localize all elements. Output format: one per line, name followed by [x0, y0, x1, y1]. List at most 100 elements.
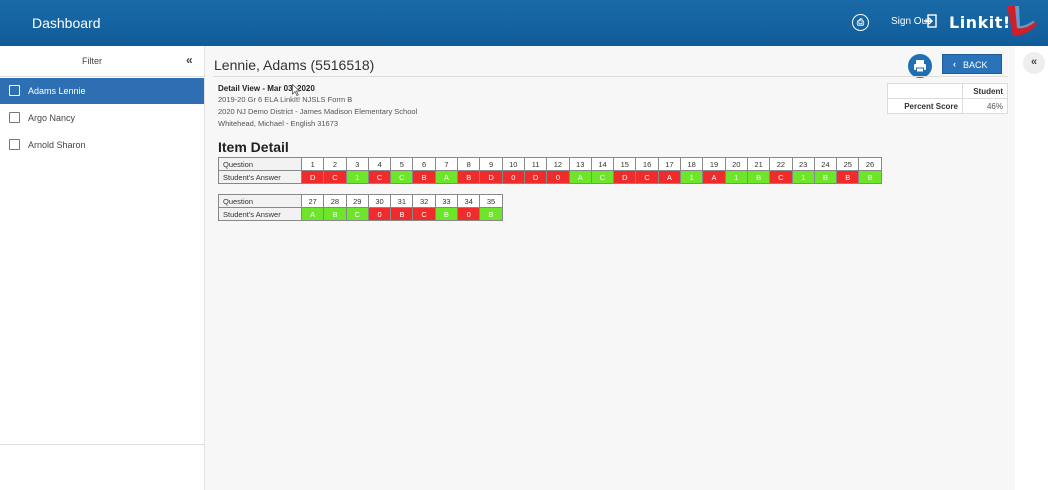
question-number-cell: 4 — [367, 157, 392, 171]
answer-cell-incorrect[interactable]: B — [836, 170, 860, 184]
answer-cell-incorrect[interactable]: 0 — [457, 207, 481, 221]
student-item-adams-lennie[interactable]: Adams Lennie — [0, 78, 204, 104]
sidebar-divider — [0, 444, 204, 445]
class-name: Whitehead, Michael - English 31673 — [218, 119, 339, 128]
dashboard-title[interactable]: Dashboard — [32, 15, 101, 31]
answer-cell-correct[interactable]: B — [858, 170, 882, 184]
answer-cell-correct[interactable]: C — [390, 170, 414, 184]
student-filter-sidebar: Filter « Adams Lennie Argo Nancy Arnold … — [0, 46, 205, 490]
answer-cell-correct[interactable]: B — [813, 170, 838, 184]
school-name: 2020 NJ Demo District - James Madison El… — [218, 107, 418, 116]
question-number-cell: 2 — [323, 157, 347, 171]
student-label: Arnold Sharon — [28, 140, 86, 150]
question-number-cell: 33 — [434, 194, 459, 208]
answer-cell-correct[interactable]: A — [300, 207, 325, 221]
test-name: 2019-20 Gr 6 ELA LinkIt! NJSLS Form B — [218, 95, 353, 104]
student-checkbox[interactable] — [9, 139, 20, 150]
answer-cell-incorrect[interactable]: B — [457, 170, 481, 184]
question-number-cell: 1 — [300, 157, 325, 171]
question-number-cell: 28 — [323, 194, 347, 208]
question-number-cell: 29 — [345, 194, 369, 208]
question-number-cell: 22 — [769, 157, 793, 171]
question-number-cell: 31 — [390, 194, 414, 208]
question-number-cell: 5 — [390, 157, 414, 171]
answer-cell-correct[interactable]: B — [323, 207, 347, 221]
student-name-title: Lennie, Adams (5516518) — [214, 57, 375, 73]
top-navbar: Dashboard ⎙ Sign Out Linkit! — [0, 0, 1048, 46]
question-number-cell: 27 — [300, 194, 325, 208]
student-checkbox[interactable] — [9, 112, 20, 123]
answer-row-label: Student's Answer — [218, 207, 302, 221]
collapse-right-panel-button[interactable]: « — [1023, 52, 1045, 74]
question-number-cell: 24 — [813, 157, 838, 171]
answer-cell-incorrect[interactable]: C — [367, 170, 392, 184]
answer-cell-correct[interactable]: 1 — [724, 170, 748, 184]
answer-cell-incorrect[interactable]: B — [390, 207, 414, 221]
item-detail-table-1: Question 1 2 3 4 5 6 7 8 9 10 11 12 13 14 15 16 17 18 19 20 2… — [218, 157, 882, 184]
score-column-header: Student — [962, 83, 1008, 99]
answer-cell-incorrect[interactable]: D — [300, 170, 325, 184]
answer-cell-incorrect[interactable]: D — [523, 170, 548, 184]
sign-out-icon[interactable] — [923, 14, 937, 28]
answer-cell-incorrect[interactable]: A — [702, 170, 726, 184]
answer-row-label: Student's Answer — [218, 170, 302, 184]
answer-cell-correct[interactable]: A — [568, 170, 592, 184]
print-button[interactable] — [908, 54, 932, 78]
answer-cell-incorrect[interactable]: 0 — [367, 207, 392, 221]
question-number-cell: 16 — [635, 157, 659, 171]
answer-cell-incorrect[interactable]: C — [635, 170, 659, 184]
answer-cell-incorrect[interactable]: D — [479, 170, 503, 184]
answer-cell-correct[interactable]: 1 — [345, 170, 369, 184]
question-number-cell: 35 — [479, 194, 503, 208]
answer-cell-correct[interactable]: A — [434, 170, 459, 184]
filter-title: Filter — [82, 56, 102, 66]
answer-cell-correct[interactable]: C — [590, 170, 615, 184]
answer-cell-correct[interactable]: B — [746, 170, 771, 184]
answer-cell-correct[interactable]: 1 — [680, 170, 704, 184]
score-table: Student Percent Score 46% — [887, 83, 1008, 114]
question-number-cell: 17 — [657, 157, 682, 171]
answer-cell-incorrect[interactable]: 0 — [546, 170, 570, 184]
question-number-cell: 21 — [746, 157, 771, 171]
question-number-cell: 10 — [501, 157, 525, 171]
student-item-arnold-sharon[interactable]: Arnold Sharon — [0, 132, 204, 158]
question-number-cell: 3 — [345, 157, 369, 171]
detail-view-heading: Detail View - Mar 03, 2020 — [218, 84, 315, 93]
answer-cell-incorrect[interactable]: 0 — [501, 170, 525, 184]
header-divider — [213, 76, 1008, 77]
collapse-sidebar-button[interactable]: « — [186, 53, 193, 67]
student-item-argo-nancy[interactable]: Argo Nancy — [0, 105, 204, 131]
answer-cell-correct[interactable]: B — [479, 207, 503, 221]
main-content: Lennie, Adams (5516518) ‹ BACK Detail Vi… — [205, 46, 1015, 490]
student-checkbox[interactable] — [9, 85, 20, 96]
question-number-cell: 26 — [858, 157, 882, 171]
question-number-cell: 30 — [367, 194, 392, 208]
answer-cell-incorrect[interactable]: A — [657, 170, 682, 184]
answer-cell-incorrect[interactable]: D — [613, 170, 637, 184]
mouse-cursor-icon — [292, 84, 300, 96]
answer-cell-correct[interactable]: 1 — [791, 170, 815, 184]
filter-header: Filter « — [0, 46, 204, 77]
answer-cell-incorrect[interactable]: C — [323, 170, 347, 184]
question-number-cell: 11 — [523, 157, 548, 171]
question-number-cell: 15 — [613, 157, 637, 171]
item-detail-title: Item Detail — [218, 139, 289, 155]
question-number-cell: 20 — [724, 157, 748, 171]
answer-cell-incorrect[interactable]: B — [412, 170, 436, 184]
answer-cell-incorrect[interactable]: C — [412, 207, 436, 221]
linkit-logo: Linkit! — [949, 13, 1011, 32]
student-label: Argo Nancy — [28, 113, 76, 123]
score-corner-cell — [887, 83, 963, 99]
printer-icon — [914, 60, 926, 73]
question-number-cell: 8 — [457, 157, 481, 171]
question-number-cell: 25 — [836, 157, 860, 171]
question-number-cell: 32 — [412, 194, 436, 208]
question-number-cell: 18 — [680, 157, 704, 171]
answer-cell-incorrect[interactable]: C — [769, 170, 793, 184]
student-label: Adams Lennie — [28, 86, 86, 96]
answer-cell-correct[interactable]: B — [434, 207, 459, 221]
percent-score-label: Percent Score — [887, 98, 963, 114]
back-button[interactable]: ‹ BACK — [942, 54, 1002, 74]
answer-cell-correct[interactable]: C — [345, 207, 369, 221]
pdf-icon[interactable]: ⎙ — [852, 14, 869, 31]
